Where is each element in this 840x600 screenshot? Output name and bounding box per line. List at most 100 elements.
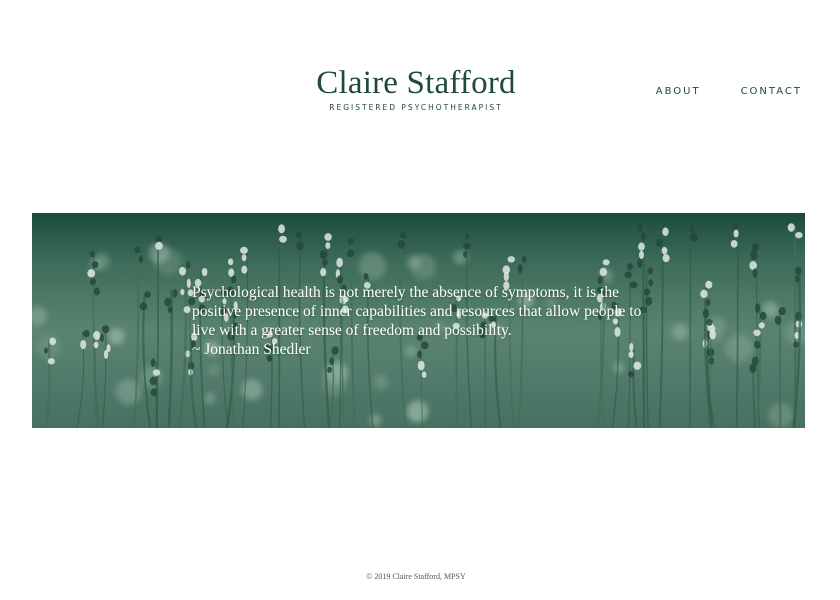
flower-bud (325, 242, 331, 250)
flower-bud (183, 306, 191, 314)
flower-bud (91, 261, 99, 269)
flower-bud (702, 308, 710, 319)
flower-bud (152, 369, 161, 376)
nav-about[interactable]: ABOUT (656, 86, 701, 97)
flower-bud (755, 303, 761, 314)
flower-bud (320, 268, 327, 277)
flower-bud (647, 267, 653, 275)
flower-bud (752, 268, 758, 278)
bokeh-spot (208, 365, 220, 377)
flower-bud (708, 356, 715, 365)
flower-bud (662, 227, 669, 237)
flower-bud (279, 235, 287, 243)
flower-bud (624, 271, 632, 278)
flower-bud (517, 263, 523, 274)
hero-quote: Psychological health is not merely the a… (192, 283, 662, 359)
flower-bud (241, 265, 248, 274)
flower-bud (240, 246, 248, 254)
flower-bud (794, 266, 802, 275)
nav-contact[interactable]: CONTACT (741, 86, 802, 97)
flower-bud (503, 271, 509, 282)
flower-bud (227, 258, 234, 266)
flower-bud (144, 291, 151, 298)
flower-bud (103, 349, 109, 360)
flower-bud (172, 288, 178, 298)
flower-stem (93, 335, 98, 428)
flower-stem (142, 294, 152, 428)
bokeh-spot (407, 255, 421, 269)
bokeh-spot (115, 378, 142, 405)
flower-bud (89, 278, 96, 285)
bokeh-spot (32, 306, 48, 326)
flower-bud (705, 318, 713, 326)
flower-bud (82, 329, 90, 338)
flower-bud (655, 238, 663, 247)
flower-bud (101, 325, 110, 334)
flower-bud (662, 254, 670, 263)
flower-bud (348, 237, 354, 246)
flower-bud (150, 388, 158, 397)
flower-bud (641, 232, 646, 242)
flower-bud (794, 331, 799, 340)
flower-bud (296, 241, 304, 250)
flower-bud (637, 223, 643, 232)
flower-bud (164, 297, 172, 307)
flower-bud (363, 272, 369, 281)
quote-text: Psychological health is not merely the a… (192, 284, 642, 339)
flower-bud (421, 371, 427, 378)
flower-bud (149, 376, 158, 386)
flower-bud (751, 243, 759, 252)
flower-bud (179, 266, 187, 276)
copyright-text: © 2019 Claire Stafford, MPSY (366, 572, 466, 581)
flower-stem (735, 223, 739, 428)
bokeh-spot (203, 392, 216, 405)
flower-bud (336, 257, 343, 268)
flower-bud (43, 347, 48, 354)
flower-bud (346, 249, 355, 258)
flower-bud (134, 246, 141, 254)
flower-bud (463, 251, 468, 258)
quote-attribution: ~ Jonathan Shedler (192, 341, 311, 358)
flower-bud (138, 255, 144, 264)
site-subtitle: REGISTERED PSYCHOTHERAPIST (329, 103, 503, 112)
flower-bud (167, 306, 173, 313)
flower-bud (521, 255, 527, 264)
flower-bud (758, 322, 765, 329)
flower-bud (228, 268, 235, 277)
flower-bud (87, 269, 96, 278)
flower-bud (397, 239, 406, 249)
flower-bud (93, 287, 100, 296)
flower-bud (278, 224, 285, 234)
flower-bud (690, 232, 698, 243)
flower-bud (731, 222, 739, 231)
flower-bud (778, 307, 786, 316)
flower-bud (689, 224, 695, 234)
flower-bud (180, 288, 185, 296)
bokeh-spot (373, 374, 389, 390)
site-footer: © 2019 Claire Stafford, MPSY (0, 572, 832, 581)
flower-bud (787, 223, 795, 232)
flower-bud (296, 231, 302, 239)
flower-bud (201, 267, 208, 277)
flower-bud (730, 239, 738, 248)
flower-stem (101, 326, 107, 428)
flower-bud (626, 263, 634, 271)
flower-bud (80, 339, 87, 350)
flower-bud (753, 340, 761, 349)
flower-bud (637, 258, 643, 269)
flower-bud (93, 341, 99, 349)
flower-bud (47, 358, 55, 365)
flower-stem (178, 261, 188, 428)
flower-bud (327, 366, 333, 373)
flower-bud (749, 363, 757, 374)
flower-bud (155, 241, 163, 250)
flower-bud (602, 259, 610, 266)
bokeh-spot (725, 334, 754, 363)
flower-bud (705, 280, 713, 289)
flower-bud (241, 254, 247, 262)
flower-bud (417, 360, 425, 371)
flower-bud (463, 242, 471, 250)
flower-bud (749, 261, 757, 271)
bokeh-spot (671, 323, 689, 341)
flower-bud (774, 315, 782, 325)
